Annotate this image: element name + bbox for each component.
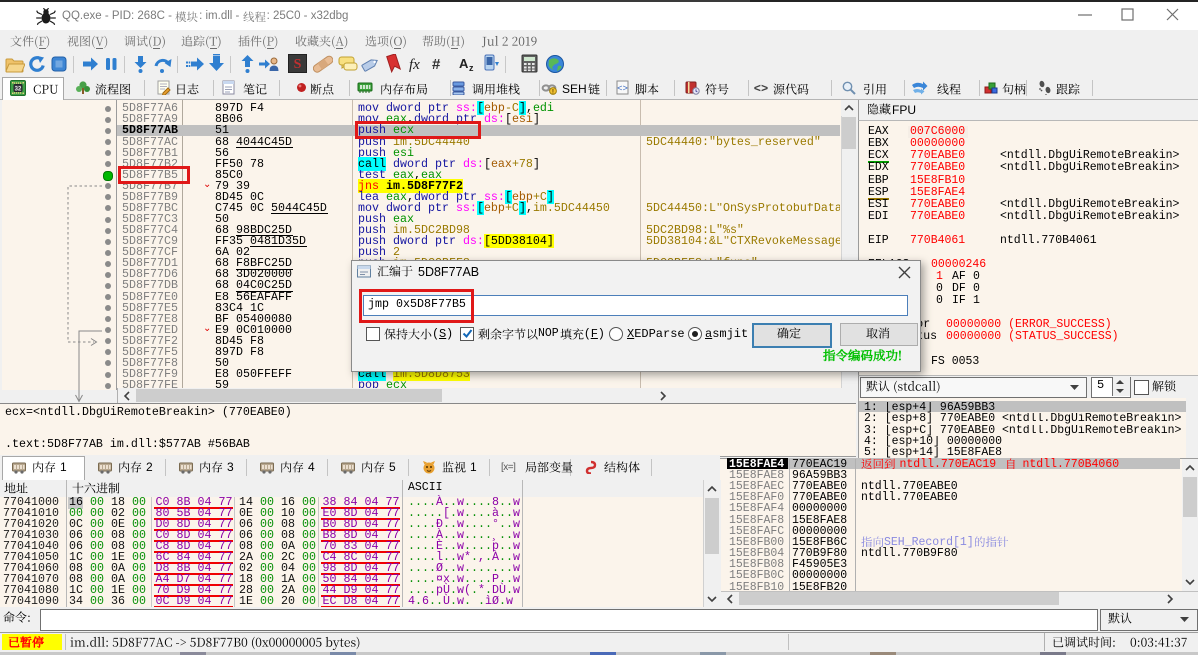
svg-text:<>: <> (617, 84, 628, 94)
svg-text:S: S (294, 57, 302, 72)
svg-text:!: ! (552, 88, 554, 95)
svg-text:A: A (459, 56, 469, 71)
svg-text:z: z (469, 63, 474, 73)
svg-text:#: # (432, 56, 441, 73)
svg-text:fx: fx (409, 57, 420, 73)
svg-text:32: 32 (15, 86, 22, 92)
svg-text:<>: <> (754, 82, 768, 95)
